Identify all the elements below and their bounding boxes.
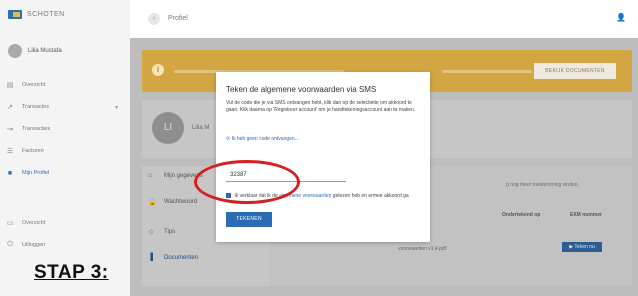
tab-documenten[interactable]: ▐ Documenten [148,254,198,261]
account-icon: ■ [7,169,13,177]
star-icon: ☆ [148,229,155,236]
step-label: STAP 3: [34,262,109,283]
transactions-icon: ↗ [7,104,13,111]
chevron-down-icon: ▾ [114,104,118,111]
sidebar-bottom-nav: ▭ Overzicht ⏻ Uitloggen [6,216,124,260]
sidebar-item-uitloggen[interactable]: ⏻ Uitloggen [6,238,124,252]
app-window: SCHOTEN Lilia Mustafa ▤ Overzicht ↗ Tran… [0,0,638,296]
sidebar-item-overzicht[interactable]: ▤ Overzicht [6,78,124,92]
info-icon: i [152,64,164,76]
panel-note: g nog meer toestemming vinden. [506,182,579,188]
profile-name: Lilia M [192,125,210,131]
logo-icon [8,10,22,19]
back-button[interactable]: ‹ [148,13,160,25]
home-icon: ⌂ [148,172,153,179]
sidebar-item-transacties[interactable]: ↝ Transacties [6,122,124,136]
tab-tips[interactable]: ☆ Tips [148,228,175,236]
column-header: EXM nummer [570,212,602,218]
transfer-icon: ↝ [7,126,13,133]
sign-now-button[interactable]: ▶ Teken nu [562,242,602,252]
dialog-instructions: Vul de code die je via SMS ontvangen heb… [226,100,416,113]
highlight-ellipse [194,160,300,204]
sidebar-nav: ▤ Overzicht ↗ Transactes ▾ ↝ Transacties… [6,78,124,188]
tab-label: Tips [164,229,176,235]
sidebar: SCHOTEN Lilia Mustafa ▤ Overzicht ↗ Tran… [0,0,130,296]
topbar: ‹ Profiel 👤 [130,0,638,38]
sign-button[interactable]: TEKENEN [226,212,272,227]
sidebar-user[interactable]: Lilia Mustafa [8,44,62,58]
terms-text-suffix: gelezen heb en ermee akkoord ga [332,193,409,199]
tab-label: Documenten [164,254,199,261]
grid-icon: ▤ [6,82,14,89]
dialog-title: Teken de algemene voorwaarden via SMS [226,85,377,94]
logout-icon: ⏻ [7,241,13,248]
lock-icon: 🔒 [148,199,157,206]
sms-sign-dialog: Teken de algemene voorwaarden via SMS Vu… [216,72,430,242]
sidebar-item-label: Overzicht [22,220,46,226]
sidebar-item-label: Facturen [22,148,44,154]
app-logo[interactable]: SCHOTEN [8,10,65,19]
sidebar-item-label: Mijn Profiel [22,170,50,176]
logo-text: SCHOTEN [27,11,65,18]
sidebar-user-name: Lilia Mustafa [28,48,62,54]
sidebar-item-label: Uitloggen [22,242,46,248]
page-title: Profiel [168,15,188,22]
tab-label: Wachtwoord [164,199,198,205]
document-row-name[interactable]: voorwaarden v1.4.pdf [398,246,446,252]
sidebar-item-label: Transacties [22,126,51,132]
sidebar-item-mijn-profiel[interactable]: ■ Mijn Profiel [6,166,124,180]
view-documents-button[interactable]: BEKIJK DOCUMENTEN [534,63,616,79]
sidebar-item-label: Transactes [22,104,50,110]
sidebar-item-facturen[interactable]: ☰ Facturen [6,144,124,158]
sidebar-item-label: Overzicht [22,82,46,88]
sidebar-item-overzicht-bottom[interactable]: ▭ Overzicht [6,216,124,230]
sidebar-item-transactes[interactable]: ↗ Transactes ▾ [6,100,124,114]
banner-text-blurred [442,70,532,73]
user-menu-icon[interactable]: 👤 [616,13,626,22]
column-header: Ondertekend op [502,212,541,218]
resend-code-link[interactable]: ⟳ Ik heb geen code ontvangen... [226,136,299,142]
avatar [8,44,22,58]
avatar: LI [152,112,184,144]
calendar-icon: ▭ [6,220,14,227]
tab-wachtwoord[interactable]: 🔒 Wachtwoord [148,198,197,206]
invoice-icon: ☰ [6,148,14,155]
document-icon: ▐ [148,254,153,261]
